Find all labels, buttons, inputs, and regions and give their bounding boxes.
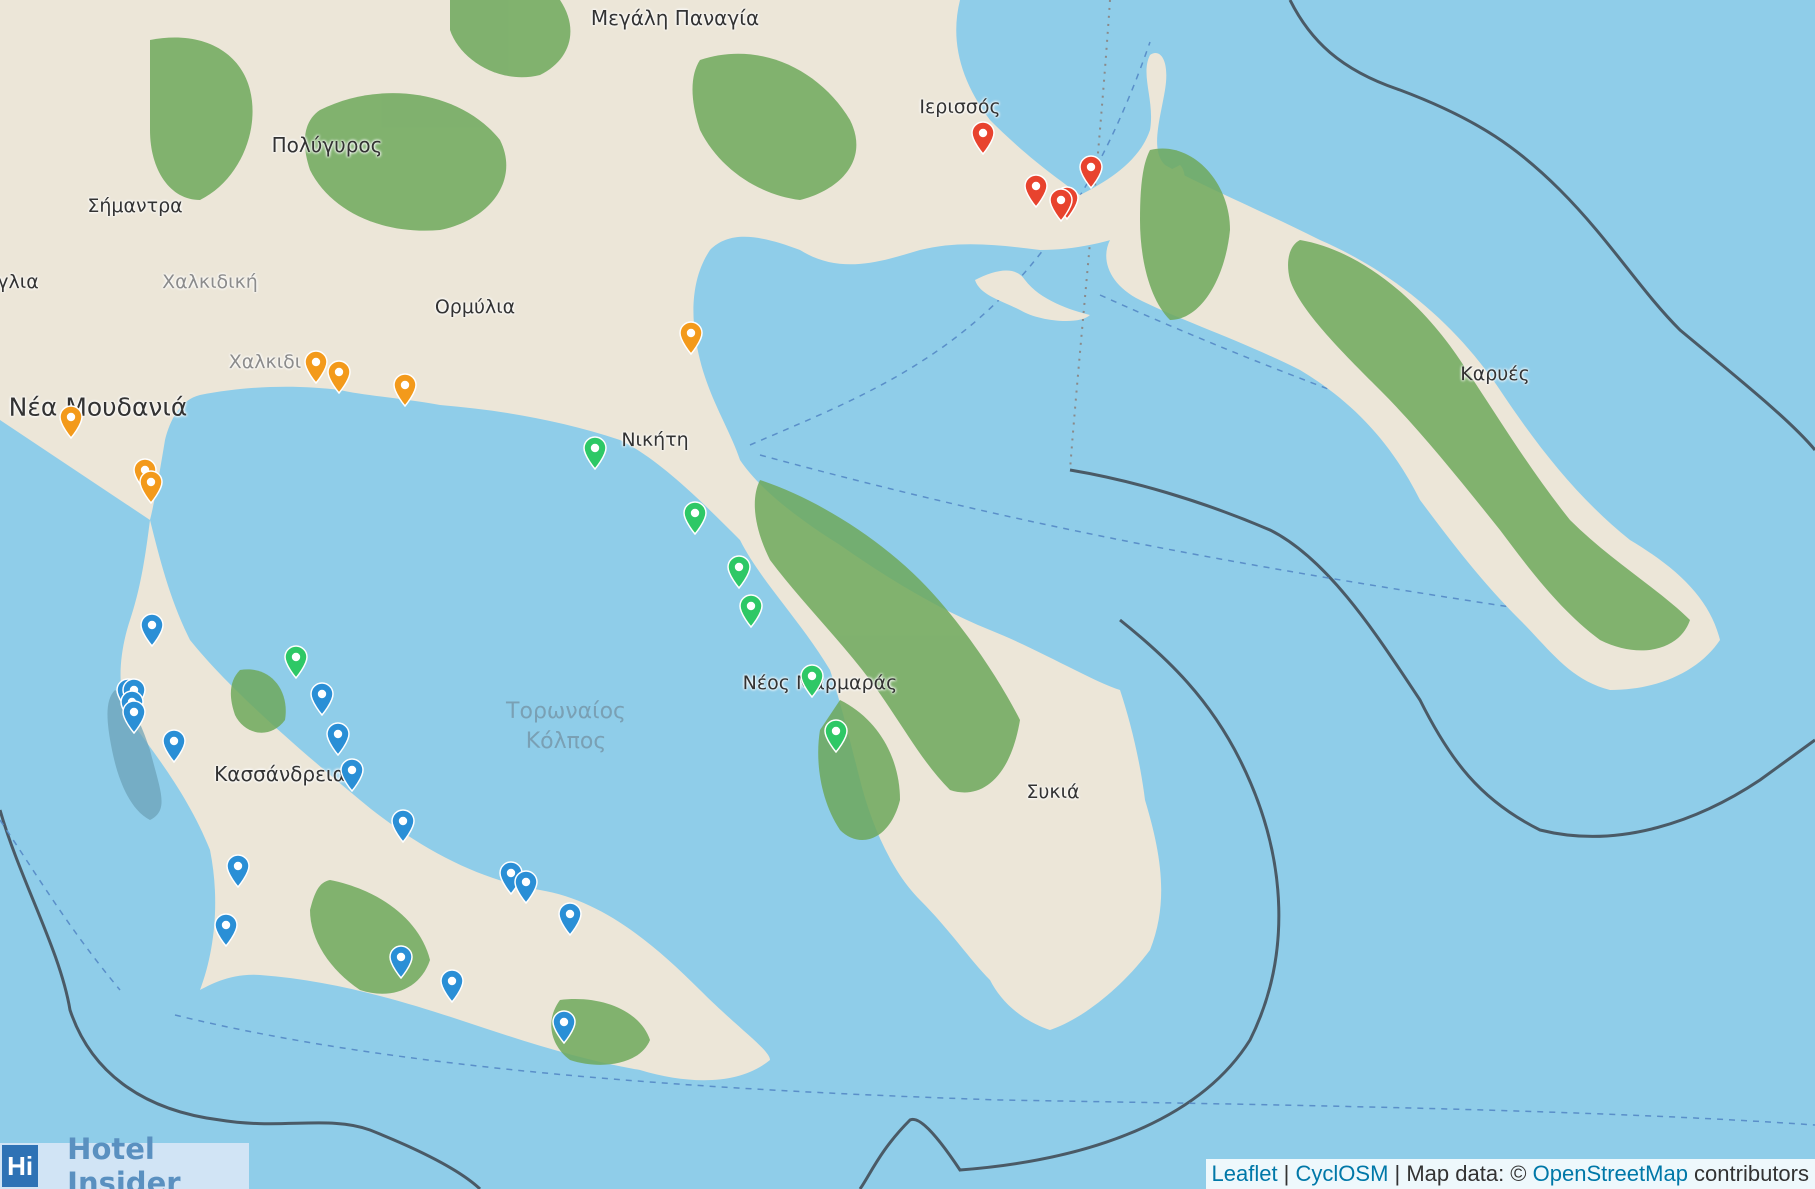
map-pin-icon	[683, 501, 707, 536]
hotel-marker-blue[interactable]	[139, 613, 165, 648]
map-pin-icon	[327, 360, 351, 395]
map-pin-icon	[727, 555, 751, 590]
place-label-chalkidiki-town: Χαλκιδι	[228, 351, 302, 373]
place-label-nikiti: Νικήτη	[621, 429, 689, 451]
place-label-ormylia: Ορμύλια	[434, 296, 516, 318]
hotel-marker-blue[interactable]	[557, 902, 583, 937]
hotel-marker-blue[interactable]	[513, 870, 539, 905]
map-pin-icon	[226, 854, 250, 889]
place-label-ierissos: Ιερισσός	[919, 96, 1001, 118]
map-attribution: Leaflet | CyclOSM | Map data: © OpenStre…	[1205, 1159, 1815, 1189]
hotel-marker-blue[interactable]	[213, 913, 239, 948]
map-pin-icon	[552, 1010, 576, 1045]
hotel-marker-red[interactable]	[1023, 174, 1049, 209]
hotel-marker-orange[interactable]	[58, 405, 84, 440]
map-pin-icon	[59, 405, 83, 440]
cyclosm-link[interactable]: CyclOSM	[1296, 1161, 1389, 1186]
hotel-marker-green[interactable]	[738, 594, 764, 629]
hotel-marker-green[interactable]	[823, 719, 849, 754]
hotel-marker-orange[interactable]	[326, 360, 352, 395]
hotel-marker-blue[interactable]	[121, 700, 147, 735]
hotel-marker-blue[interactable]	[390, 809, 416, 844]
hotel-marker-blue[interactable]	[339, 758, 365, 793]
map-canvas[interactable]: Μεγάλη Παναγία Ιερισσός Πολύγυρος Σήμαντ…	[0, 0, 1815, 1189]
hotel-marker-green[interactable]	[582, 436, 608, 471]
map-pin-icon	[214, 913, 238, 948]
place-label-glia: γλια	[0, 271, 39, 293]
hotel-marker-green[interactable]	[799, 664, 825, 699]
hotel-marker-blue[interactable]	[225, 854, 251, 889]
map-pin-icon	[1079, 155, 1103, 190]
hotel-marker-orange[interactable]	[678, 321, 704, 356]
hotel-insider-logo[interactable]: Hi Hotel Insider	[0, 1132, 249, 1189]
hotel-marker-green[interactable]	[283, 645, 309, 680]
map-pin-icon	[440, 969, 464, 1004]
hotel-marker-blue[interactable]	[309, 682, 335, 717]
map-pin-icon	[139, 470, 163, 505]
map-pin-icon	[971, 121, 995, 156]
place-label-karyes: Καρυές	[1460, 363, 1530, 385]
hotel-marker-orange[interactable]	[392, 373, 418, 408]
place-label-toronaios-kolpos: Τορωναίος Κόλπος	[506, 699, 626, 754]
place-label-kassandreia: Κασσάνδρεια	[214, 762, 346, 786]
place-label-polygyros: Πολύγυρος	[271, 133, 383, 157]
map-pin-icon	[393, 373, 417, 408]
hotel-marker-blue[interactable]	[161, 729, 187, 764]
map-pin-icon	[122, 700, 146, 735]
map-pin-icon	[310, 682, 334, 717]
place-label-nea-moudania: Νέα Μουδανιά	[8, 392, 188, 422]
map-pin-icon	[340, 758, 364, 793]
hotel-marker-blue[interactable]	[439, 969, 465, 1004]
attribution-contributors-text: contributors	[1687, 1161, 1809, 1186]
hotel-marker-blue[interactable]	[551, 1010, 577, 1045]
hotel-marker-blue[interactable]	[325, 722, 351, 757]
map-pin-icon	[739, 594, 763, 629]
hotel-marker-red[interactable]	[970, 121, 996, 156]
attribution-separator: |	[1277, 1161, 1296, 1186]
hotel-marker-green[interactable]	[682, 501, 708, 536]
place-label-simantra: Σήμαντρα	[87, 195, 183, 217]
logo-mark: Hi	[2, 1145, 39, 1187]
map-pin-icon	[162, 729, 186, 764]
logo-text: Hotel Insider	[67, 1132, 181, 1189]
map-pin-icon	[391, 809, 415, 844]
map-pin-icon	[1049, 188, 1073, 223]
map-pin-icon	[558, 902, 582, 937]
map-pin-icon	[800, 664, 824, 699]
map-base-layer	[0, 0, 1815, 1189]
place-label-sykia: Συκιά	[1026, 781, 1080, 803]
map-pin-icon	[679, 321, 703, 356]
map-pin-icon	[326, 722, 350, 757]
map-pin-icon	[1024, 174, 1048, 209]
hotel-marker-green[interactable]	[726, 555, 752, 590]
map-pin-icon	[514, 870, 538, 905]
hotel-marker-red[interactable]	[1048, 188, 1074, 223]
hotel-marker-blue[interactable]	[388, 945, 414, 980]
place-label-chalkidiki-region: Χαλκιδική	[162, 271, 258, 293]
hotel-marker-orange[interactable]	[138, 470, 164, 505]
hotel-marker-red[interactable]	[1078, 155, 1104, 190]
map-pin-icon	[140, 613, 164, 648]
map-pin-icon	[284, 645, 308, 680]
openstreetmap-link[interactable]: OpenStreetMap	[1533, 1161, 1688, 1186]
map-pin-icon	[583, 436, 607, 471]
place-label-megali-panagia: Μεγάλη Παναγία	[590, 6, 760, 30]
attribution-mapdata-text: | Map data: ©	[1388, 1161, 1533, 1186]
map-pin-icon	[389, 945, 413, 980]
leaflet-link[interactable]: Leaflet	[1212, 1161, 1278, 1186]
map-pin-icon	[824, 719, 848, 754]
